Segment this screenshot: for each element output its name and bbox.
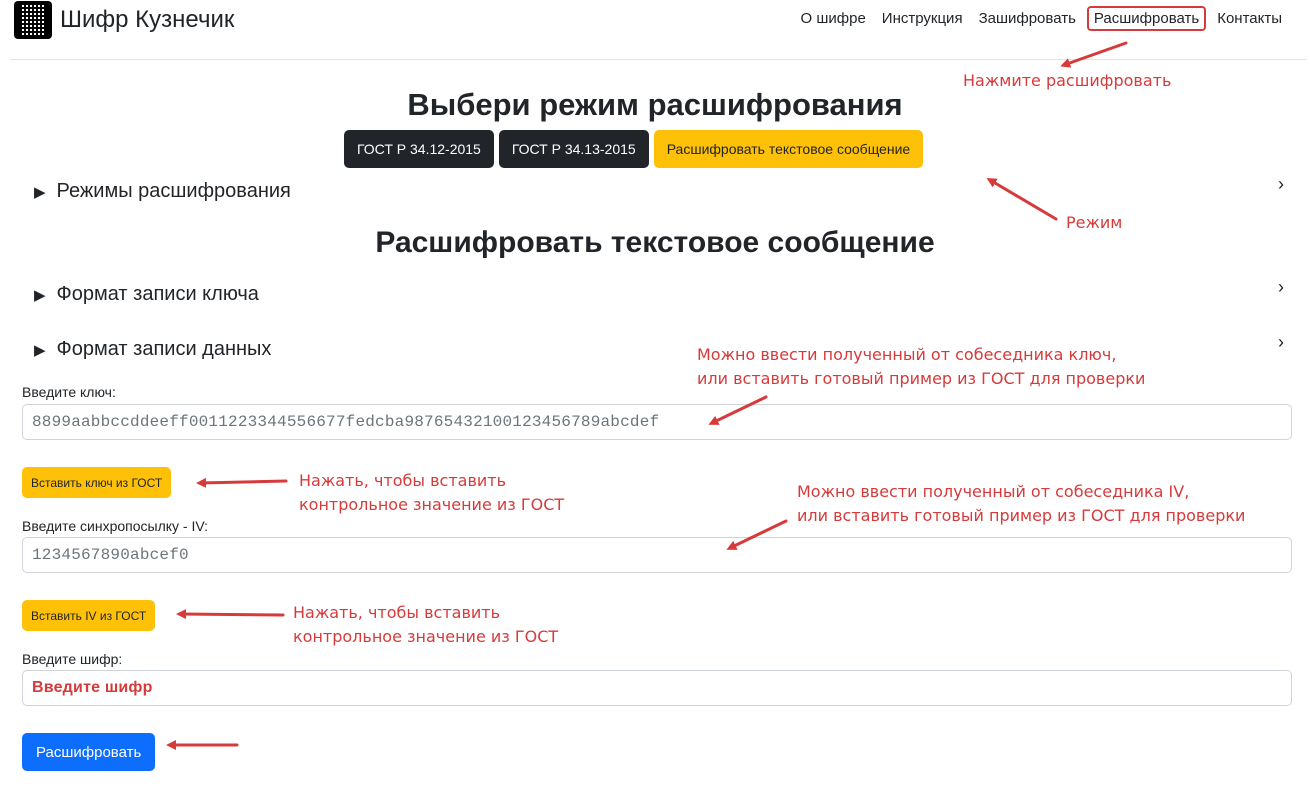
- nav-contacts[interactable]: Контакты: [1209, 6, 1290, 31]
- annotation-mode: Режим: [1066, 213, 1123, 232]
- nav-decrypt[interactable]: Расшифровать: [1086, 6, 1207, 31]
- triangle-right-icon: ▶: [34, 286, 46, 304]
- triangle-right-icon: ▶: [34, 183, 46, 201]
- mode-buttons: ГОСТ Р 34.12-2015 ГОСТ Р 34.13-2015 Расш…: [344, 130, 924, 168]
- nav-instruction[interactable]: Инструкция: [874, 6, 971, 31]
- chevron-right-icon[interactable]: ›: [1278, 277, 1284, 298]
- mode-gost-3412-button[interactable]: ГОСТ Р 34.12-2015: [344, 130, 494, 168]
- cipher-input[interactable]: Введите шифр: [22, 670, 1292, 706]
- details-key-format-label: Формат записи ключа: [56, 283, 259, 305]
- annotation-iv-button-hint-line2: контрольное значение из ГОСТ: [293, 627, 559, 646]
- nav-about[interactable]: О шифре: [793, 6, 874, 31]
- brand-title: Шифр Кузнечик: [60, 6, 235, 33]
- annotation-key-hint-line2: или вставить готовый пример из ГОСТ для …: [697, 369, 1146, 388]
- annotation-key-hint: Можно ввести полученный от собеседника к…: [697, 343, 1145, 391]
- chevron-right-icon[interactable]: ›: [1278, 332, 1284, 353]
- nav-encrypt[interactable]: Зашифровать: [971, 6, 1084, 31]
- annotation-key-button-hint-line1: Нажать, чтобы вставить: [299, 471, 507, 490]
- annotation-key-button-hint-line2: контрольное значение из ГОСТ: [299, 495, 565, 514]
- annotation-key-button-hint: Нажать, чтобы вставить контрольное значе…: [299, 469, 564, 517]
- details-decrypt-modes[interactable]: ▶ Режимы расшифрования ›: [34, 174, 1284, 203]
- iv-input[interactable]: 1234567890abcef0: [22, 537, 1292, 573]
- key-input[interactable]: 8899aabbccddeeff0011223344556677fedcba98…: [22, 404, 1292, 440]
- navbar: Шифр Кузнечик О шифре Инструкция Зашифро…: [0, 0, 1310, 44]
- cipher-label: Введите шифр:: [22, 651, 123, 667]
- annotation-click-decrypt: Нажмите расшифровать: [963, 71, 1172, 90]
- arrow-to-key-button: [196, 477, 288, 488]
- insert-key-gost-button[interactable]: Вставить ключ из ГОСТ: [22, 467, 172, 498]
- mode-gost-3413-button[interactable]: ГОСТ Р 34.13-2015: [498, 130, 649, 168]
- annotation-iv-button-hint-line1: Нажать, чтобы вставить: [293, 603, 501, 622]
- brand-logo-icon: [14, 1, 52, 39]
- details-key-format[interactable]: ▶ Формат записи ключа ›: [34, 277, 1284, 306]
- decrypt-submit-button[interactable]: Расшифровать: [22, 733, 156, 771]
- arrow-to-iv-button: [176, 609, 285, 620]
- chevron-right-icon[interactable]: ›: [1278, 174, 1284, 195]
- triangle-right-icon: ▶: [34, 341, 46, 359]
- annotation-iv-hint-line2: или вставить готовый пример из ГОСТ для …: [797, 506, 1246, 525]
- annotation-iv-hint: Можно ввести полученный от собеседника I…: [797, 480, 1245, 528]
- details-decrypt-modes-label: Режимы расшифрования: [56, 180, 291, 202]
- annotation-key-hint-line1: Можно ввести полученный от собеседника к…: [697, 345, 1117, 364]
- brand[interactable]: Шифр Кузнечик: [14, 1, 234, 39]
- main-nav: О шифре Инструкция Зашифровать Расшифров…: [793, 6, 1290, 31]
- iv-label: Введите синхропосылку - IV:: [22, 518, 209, 534]
- arrow-to-decrypt-nav: [1060, 41, 1128, 68]
- mode-text-message-button[interactable]: Расшифровать текстовое сообщение: [653, 130, 924, 168]
- header-divider: [10, 59, 1306, 60]
- details-data-format-label: Формат записи данных: [56, 338, 272, 360]
- key-label: Введите ключ:: [22, 384, 116, 400]
- insert-iv-gost-button[interactable]: Вставить IV из ГОСТ: [22, 600, 156, 631]
- annotation-iv-button-hint: Нажать, чтобы вставить контрольное значе…: [293, 601, 558, 649]
- annotation-iv-hint-line1: Можно ввести полученный от собеседника I…: [797, 482, 1190, 501]
